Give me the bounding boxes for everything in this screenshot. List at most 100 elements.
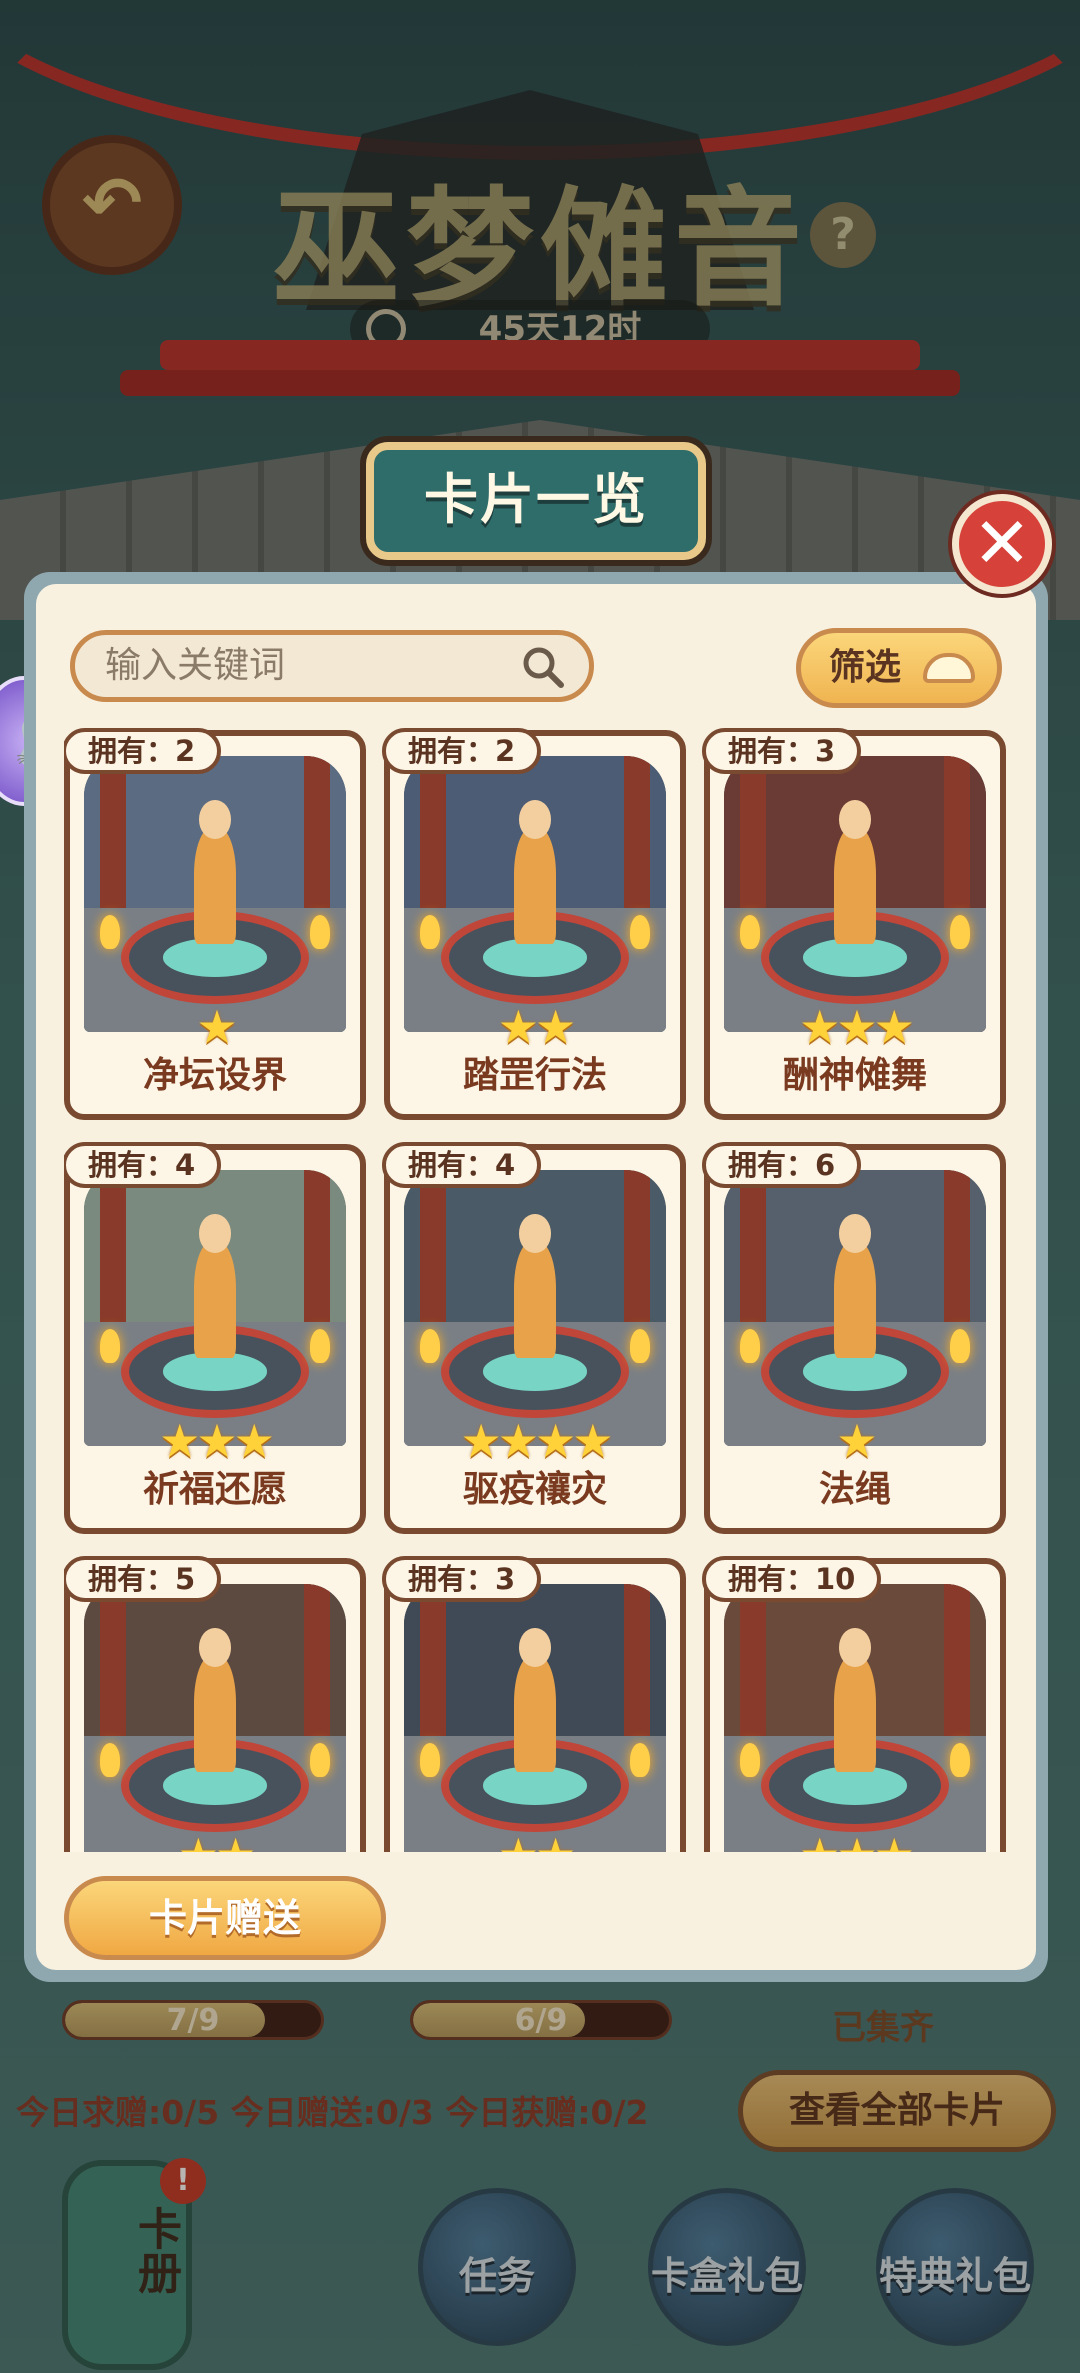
filter-label: 筛选 (829, 647, 902, 688)
ritual-figure (834, 1241, 876, 1358)
close-button[interactable]: ✕ (952, 494, 1052, 594)
card-name: 净坛设界 (142, 1055, 287, 1096)
pillar-decoration (419, 756, 446, 922)
card-name: 法绳 (818, 1469, 891, 1510)
ritual-figure-head (199, 1628, 231, 1667)
pillar-decoration (624, 756, 651, 922)
star-rating: ★★★★ (460, 1414, 614, 1468)
pillar-decoration (624, 1584, 651, 1750)
card-name: 驱疫禳灾 (462, 1469, 607, 1510)
card-item[interactable]: ★ 法绳 拥有：6 (702, 1142, 1006, 1534)
star-rating: ★★ (70, 1832, 360, 1852)
card-artwork (404, 756, 666, 1032)
owned-count-badge: 拥有：4 (64, 1142, 222, 1188)
card-gift-button[interactable]: 卡片赠送 (64, 1876, 386, 1960)
card-artwork (84, 1584, 346, 1852)
ritual-glow (802, 938, 908, 977)
card-item[interactable]: ★★ 踏罡行法 拥有：2 (382, 728, 686, 1120)
card-item[interactable]: ★★★ 祈福还愿 拥有：4 (64, 1142, 366, 1534)
card-artwork (724, 1584, 986, 1852)
candle-flame-icon (950, 915, 971, 950)
card-item[interactable]: ★★★ 拥有：10 (702, 1556, 1006, 1852)
card-item[interactable]: ★★★★ 驱疫禳灾 拥有：4 (382, 1142, 686, 1534)
ritual-figure-head (199, 800, 231, 839)
card-name: 酬神傩舞 (782, 1055, 927, 1096)
candle-flame-icon (310, 1743, 331, 1778)
card-item[interactable]: ★★★ 酬神傩舞 拥有：3 (702, 728, 1006, 1120)
ritual-glow (162, 938, 268, 977)
ritual-figure (194, 827, 236, 944)
ritual-figure-head (839, 1628, 871, 1667)
ritual-glow (482, 1352, 588, 1391)
owned-count-badge: 拥有：3 (702, 728, 862, 774)
candle-flame-icon (419, 1743, 440, 1778)
card-artwork (404, 1170, 666, 1446)
pillar-decoration (739, 1584, 766, 1750)
candle-flame-icon (99, 915, 120, 950)
card-item[interactable]: ★ 净坛设界 拥有：2 (64, 728, 366, 1120)
candle-flame-icon (630, 1329, 651, 1364)
ritual-figure (834, 827, 876, 944)
candle-flame-icon (630, 1743, 651, 1778)
card-name: 踏罡行法 (462, 1055, 607, 1096)
owned-count-badge: 拥有：6 (702, 1142, 862, 1188)
ritual-glow (482, 938, 588, 977)
owned-count-badge: 拥有：2 (382, 728, 542, 774)
card-artwork (84, 1170, 346, 1446)
ritual-glow (802, 1766, 908, 1805)
ritual-figure (834, 1655, 876, 1772)
star-rating: ★★ (390, 1832, 680, 1852)
ritual-figure (514, 827, 556, 944)
pillar-decoration (304, 1170, 331, 1336)
star-rating: ★★★ (710, 1832, 1000, 1852)
filter-cloud-icon (923, 653, 975, 683)
card-name: 祈福还愿 (142, 1469, 287, 1510)
pillar-decoration (304, 1584, 331, 1750)
pillar-decoration (99, 1584, 126, 1750)
pillar-decoration (99, 1170, 126, 1336)
candle-flame-icon (950, 1743, 971, 1778)
pillar-decoration (304, 756, 331, 922)
card-item[interactable]: ★★ 拥有：3 (382, 1556, 686, 1852)
star-rating: ★★ (497, 1000, 576, 1054)
ritual-figure-head (839, 800, 871, 839)
star-rating: ★★★ (159, 1414, 275, 1468)
ritual-glow (162, 1766, 268, 1805)
owned-count-badge: 拥有：3 (382, 1556, 542, 1602)
pillar-decoration (419, 1584, 446, 1750)
candle-flame-icon (739, 1743, 760, 1778)
card-grid: ★ 净坛设界 拥有：2 ★★ 踏罡行法 拥有：2 ★★★ 酬神傩舞 拥有：3 ★… (64, 722, 1018, 1852)
star-rating: ★ (836, 1414, 877, 1468)
owned-count-badge: 拥有：5 (64, 1556, 222, 1602)
ritual-figure-head (519, 800, 551, 839)
candle-flame-icon (310, 1329, 331, 1364)
filter-button[interactable]: 筛选 (796, 628, 1002, 708)
star-rating: ★ (196, 1000, 237, 1054)
ritual-figure-head (519, 1214, 551, 1253)
ritual-glow (482, 1766, 588, 1805)
ritual-figure-head (519, 1628, 551, 1667)
candle-flame-icon (739, 1329, 760, 1364)
candle-flame-icon (630, 915, 651, 950)
search-placeholder: 输入关键词 (105, 645, 286, 686)
owned-count-badge: 拥有：2 (64, 728, 222, 774)
pillar-decoration (739, 756, 766, 922)
ritual-figure (514, 1655, 556, 1772)
card-artwork (404, 1584, 666, 1852)
owned-count-badge: 拥有：10 (702, 1556, 882, 1602)
ritual-figure (514, 1241, 556, 1358)
panel-title: 卡片一览 (366, 442, 706, 560)
owned-count-badge: 拥有：4 (382, 1142, 542, 1188)
search-input[interactable]: 输入关键词 (70, 630, 594, 702)
candle-flame-icon (419, 915, 440, 950)
pillar-decoration (624, 1170, 651, 1336)
ritual-figure (194, 1655, 236, 1772)
star-rating: ★★★ (799, 1000, 915, 1054)
ritual-glow (162, 1352, 268, 1391)
ritual-figure-head (839, 1214, 871, 1253)
card-item[interactable]: ★★ 拥有：5 (64, 1556, 366, 1852)
pillar-decoration (419, 1170, 446, 1336)
candle-flame-icon (99, 1329, 120, 1364)
candle-flame-icon (99, 1743, 120, 1778)
candle-flame-icon (950, 1329, 971, 1364)
